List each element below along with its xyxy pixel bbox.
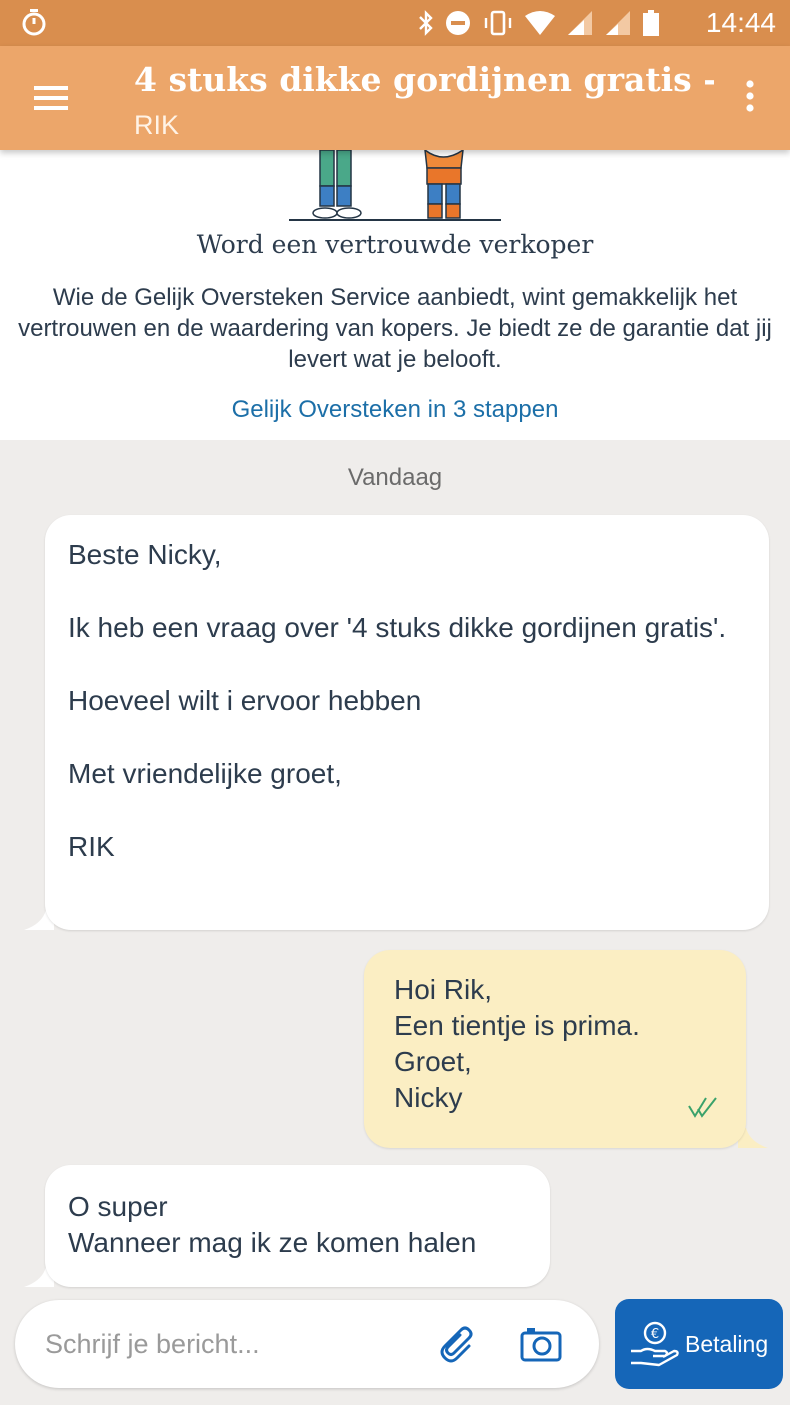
message-input[interactable]: Schrijf je bericht... — [15, 1300, 599, 1388]
message-incoming: O super Wanneer mag ik ze komen halen — [45, 1165, 550, 1287]
menu-icon[interactable] — [30, 80, 74, 116]
payment-button[interactable]: € Betaling — [615, 1299, 783, 1389]
conversation-title[interactable]: 4 stuks dikke gordijnen gratis - Z... — [134, 58, 714, 102]
stopwatch-icon — [22, 9, 46, 36]
paperclip-icon[interactable] — [439, 1324, 479, 1364]
card-body: Wie de Gelijk Oversteken Service aanbied… — [18, 284, 772, 373]
battery-icon — [643, 10, 659, 36]
message-placeholder[interactable]: Schrijf je bericht... — [45, 1326, 260, 1362]
message-paragraph: RIK — [68, 831, 115, 862]
do-not-disturb-icon — [446, 11, 470, 35]
read-checkmark-icon — [688, 1097, 717, 1118]
bluetooth-icon — [419, 10, 433, 36]
message-paragraph: Ik heb een vraag over '4 stuks dikke gor… — [68, 612, 727, 643]
status-time: 14:44 — [705, 7, 776, 38]
app-bar: 4 stuks dikke gordijnen gratis - Z... RI… — [0, 46, 790, 150]
signal-icon — [568, 11, 592, 35]
payment-label: Betaling — [685, 1331, 769, 1357]
conversation-subtitle: RIK — [134, 110, 180, 140]
wifi-icon — [525, 11, 555, 35]
trusted-seller-card: Word een vertrouwde verkoper Wie de Geli… — [0, 150, 790, 440]
message-text: Hoi Rik, Een tientje is prima. Groet, Ni… — [394, 974, 640, 1113]
status-bar: 14:44 — [0, 0, 790, 46]
svg-text:€: € — [651, 1327, 659, 1342]
camera-icon[interactable] — [520, 1326, 562, 1362]
message-paragraph: Hoeveel wilt i ervoor hebben — [68, 685, 422, 716]
message-paragraph: Met vriendelijke groet, — [68, 758, 342, 789]
message-text: O super Wanneer mag ik ze komen halen — [68, 1191, 477, 1258]
status-icons — [418, 8, 660, 38]
hand-coin-icon: € — [631, 1321, 679, 1367]
steps-link[interactable]: Gelijk Oversteken in 3 stappen — [0, 394, 790, 426]
date-separator: Vandaag — [347, 464, 443, 491]
message-paragraph: Beste Nicky, — [68, 539, 222, 570]
card-heading: Word een vertrouwde verkoper — [196, 230, 594, 259]
more-options-icon[interactable] — [738, 76, 762, 116]
trusted-seller-illustration — [289, 150, 501, 221]
message-incoming: Beste Nicky, Ik heb een vraag over '4 st… — [45, 515, 769, 930]
message-outgoing: Hoi Rik, Een tientje is prima. Groet, Ni… — [364, 950, 746, 1148]
signal-icon — [606, 11, 630, 35]
vibrate-icon — [484, 10, 512, 36]
